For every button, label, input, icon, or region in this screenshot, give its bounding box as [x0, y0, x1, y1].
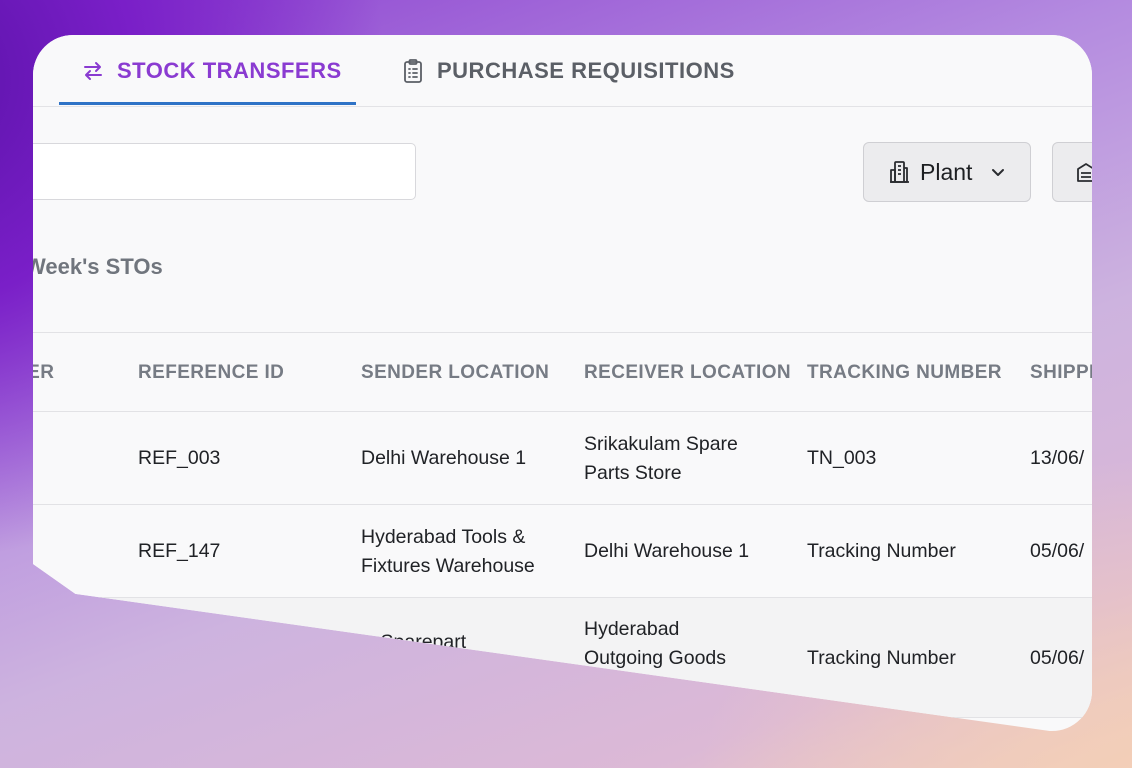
tab-stock-transfers[interactable]: STOCK TRANSFERS — [81, 35, 342, 107]
main-panel: STOCK TRANSFERS PURCHASE REQUISITIONS Pl… — [33, 35, 1092, 731]
building-icon — [888, 160, 910, 184]
stock-transfers-table: BER REFERENCE ID SENDER LOCATION RECEIVE… — [33, 332, 1092, 718]
column-header[interactable]: RECEIVER LOCATION — [584, 333, 791, 413]
table-header: BER REFERENCE ID SENDER LOCATION RECEIVE… — [33, 332, 1092, 412]
search-input[interactable] — [33, 143, 416, 200]
plant-filter-label: Plant — [920, 158, 973, 185]
column-header[interactable]: BER — [33, 333, 54, 413]
section-title: Week's STOs — [33, 254, 163, 279]
table-cell: 05/06/ — [1030, 540, 1085, 562]
table-cell: Delhi Warehouse 1 — [361, 447, 527, 469]
tab-bar: STOCK TRANSFERS PURCHASE REQUISITIONS — [33, 35, 1092, 107]
table-cell: TN_003 — [807, 447, 877, 469]
table-cell: Delhi Warehouse 1 — [584, 540, 750, 562]
column-header[interactable]: REFERENCE ID — [138, 333, 284, 413]
column-header[interactable]: SENDER LOCATION — [361, 333, 549, 413]
transfer-arrows-icon — [81, 59, 105, 83]
column-header[interactable]: TRACKING NUMBER — [807, 333, 1002, 413]
table-row[interactable]: REF_147 Hyderabad Tools & Fixtures Wareh… — [33, 505, 1092, 598]
tab-purchase-requisitions[interactable]: PURCHASE REQUISITIONS — [401, 35, 735, 107]
table-row[interactable]: REF_003 Delhi Warehouse 1 Srikakulam Spa… — [33, 412, 1092, 505]
table-cell: REF_003 — [138, 447, 221, 469]
tab-label: PURCHASE REQUISITIONS — [437, 58, 735, 83]
clipboard-icon — [401, 58, 425, 84]
table-row[interactable]: …Sparepart Hyderabad Outgoing Goods Trac… — [33, 598, 1092, 718]
plant-filter-button[interactable]: Plant — [863, 142, 1031, 202]
chevron-down-icon — [990, 164, 1006, 180]
table-cell: Tracking Number — [807, 646, 956, 669]
table-cell: …Sparepart — [361, 631, 467, 653]
column-header[interactable]: SHIPPI — [1030, 333, 1092, 413]
table-cell: 05/06/ — [1030, 646, 1085, 669]
tab-label: STOCK TRANSFERS — [117, 58, 342, 83]
warehouse-icon — [1075, 161, 1092, 183]
table-cell: Tracking Number — [807, 540, 956, 562]
table-cell: 13/06/ — [1030, 447, 1085, 469]
table-cell: Hyderabad Tools & Fixtures Warehouse — [361, 525, 535, 577]
table-cell: Hyderabad Outgoing Goods — [584, 618, 727, 669]
table-cell: REF_147 — [138, 540, 221, 562]
active-tab-indicator — [59, 102, 356, 105]
table-cell: Srikakulam Spare Parts Store — [584, 432, 738, 484]
warehouse-filter-button[interactable] — [1052, 142, 1092, 202]
